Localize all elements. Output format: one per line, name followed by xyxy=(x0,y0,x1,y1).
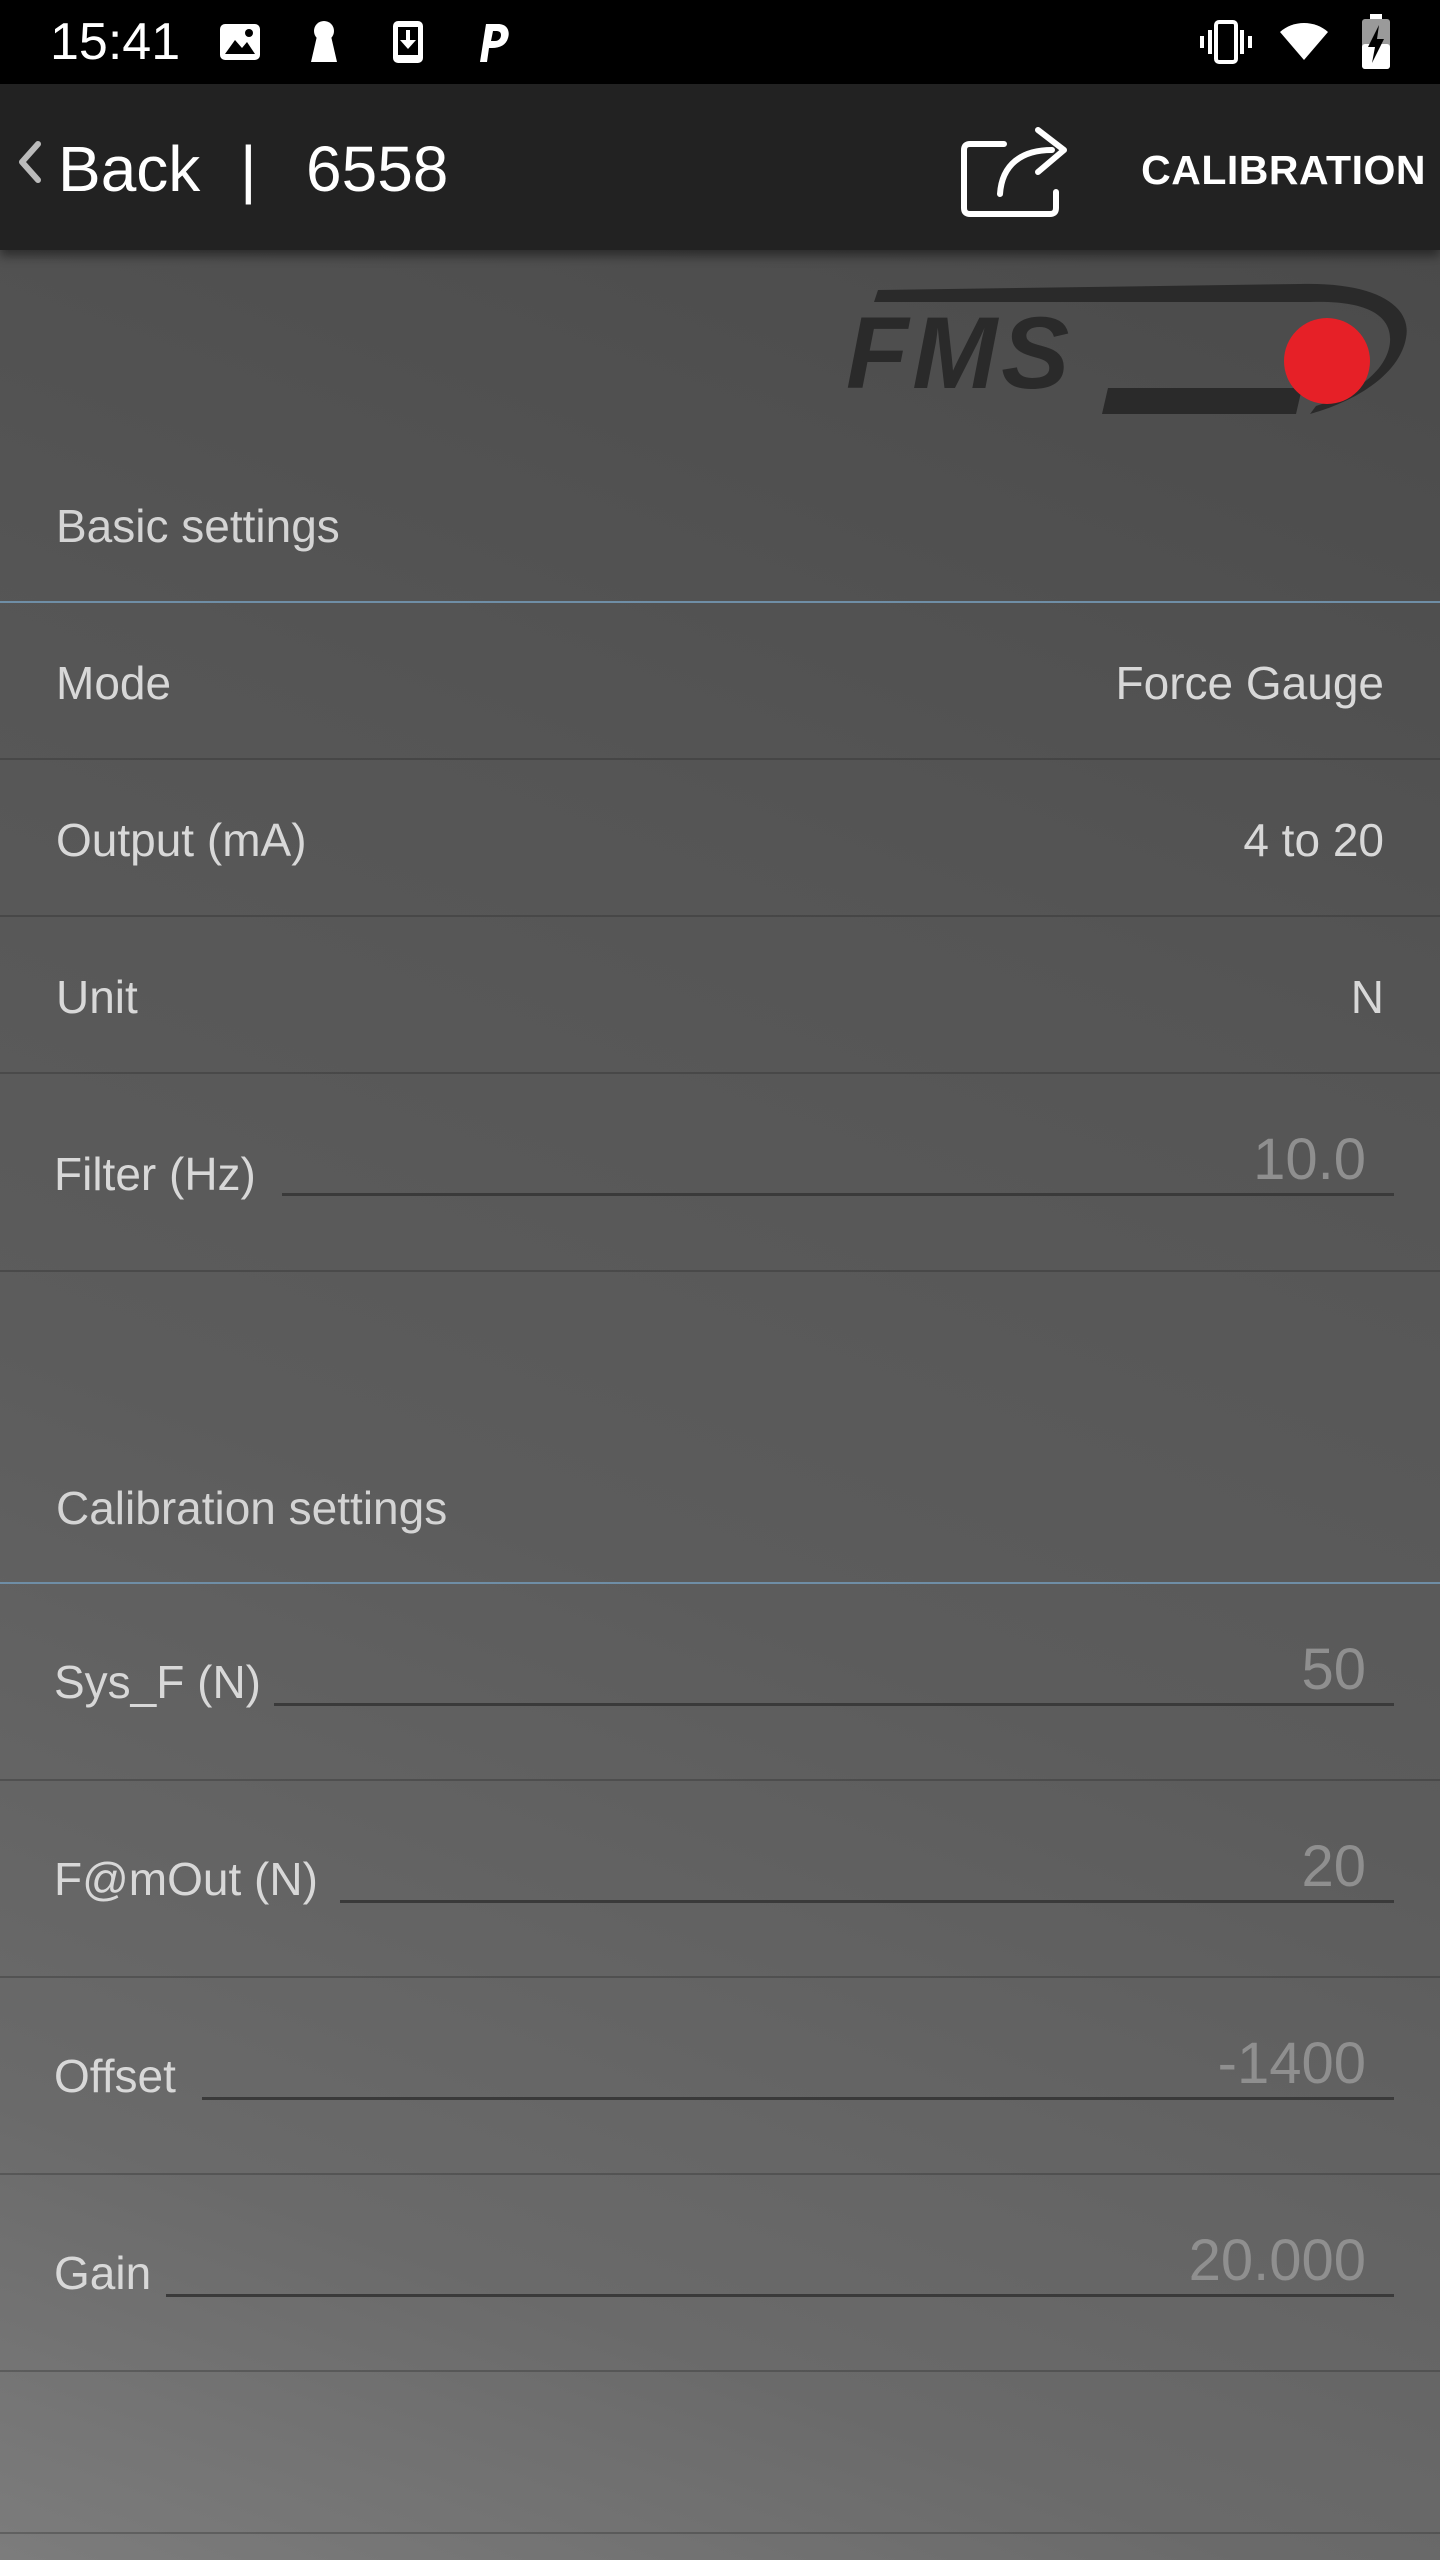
unit-label: Unit xyxy=(56,971,138,1023)
wifi-icon xyxy=(1280,23,1328,60)
unit-value: N xyxy=(1350,971,1384,1023)
share-icon[interactable] xyxy=(952,114,1082,224)
f-mout-input[interactable] xyxy=(340,1833,1394,1903)
status-time: 15:41 xyxy=(50,13,181,71)
logo-red-dot xyxy=(1284,318,1370,404)
gain-row: Gain xyxy=(0,2175,1440,2372)
status-bar: 15:41 xyxy=(0,0,1440,84)
gain-label: Gain xyxy=(54,2247,152,2299)
sys-f-row: Sys_F (N) xyxy=(0,1584,1440,1781)
unit-row[interactable]: Unit N xyxy=(0,917,1440,1074)
image-icon xyxy=(220,24,260,60)
empty-row xyxy=(0,2372,1440,2534)
filter-row: Filter (Hz) xyxy=(0,1074,1440,1272)
gain-input[interactable] xyxy=(166,2227,1394,2297)
keyhole-icon xyxy=(311,21,337,62)
back-button[interactable]: Back xyxy=(58,134,200,204)
offset-row: Offset xyxy=(0,1978,1440,2175)
p-icon xyxy=(480,24,509,62)
sys-f-input[interactable] xyxy=(274,1636,1394,1706)
offset-label: Offset xyxy=(54,2050,176,2102)
vibrate-icon xyxy=(1200,20,1252,64)
output-label: Output (mA) xyxy=(56,814,307,866)
back-chevron-icon[interactable] xyxy=(12,130,46,194)
mode-label: Mode xyxy=(56,657,172,709)
output-row[interactable]: Output (mA) 4 to 20 xyxy=(0,760,1440,917)
output-value: 4 to 20 xyxy=(1243,814,1384,866)
battery-charging-icon xyxy=(1362,14,1390,69)
logo-text: FMS xyxy=(846,296,1073,410)
basic-settings-header: Basic settings xyxy=(56,500,340,552)
f-mout-label: F@mOut (N) xyxy=(54,1853,318,1905)
filter-label: Filter (Hz) xyxy=(54,1148,256,1200)
sys-f-label: Sys_F (N) xyxy=(54,1656,261,1708)
calibration-settings-header: Calibration settings xyxy=(56,1482,448,1534)
calibration-button[interactable]: CALIBRATION xyxy=(1130,142,1426,198)
app-bar: Back | 6558 CALIBRATION xyxy=(0,84,1440,250)
offset-input[interactable] xyxy=(202,2030,1394,2100)
fms-logo: FMS xyxy=(846,283,1407,414)
title-separator: | xyxy=(240,133,257,205)
mode-row[interactable]: Mode Force Gauge xyxy=(0,603,1440,760)
f-mout-row: F@mOut (N) xyxy=(0,1781,1440,1978)
mode-value: Force Gauge xyxy=(1115,657,1384,709)
device-id-title: 6558 xyxy=(306,133,449,205)
filter-input[interactable] xyxy=(282,1126,1394,1196)
download-icon xyxy=(393,21,423,63)
